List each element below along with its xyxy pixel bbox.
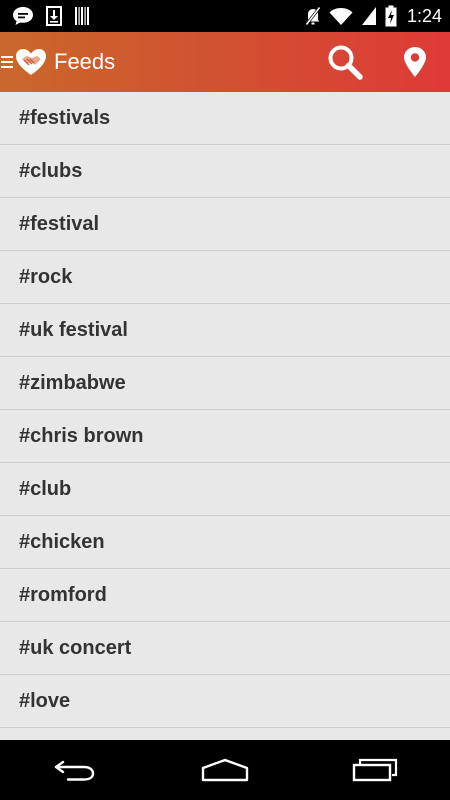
app-title: Feeds <box>54 49 116 74</box>
heart-handshake-logo[interactable] <box>15 48 47 76</box>
feed-item-label: #romford <box>19 583 107 606</box>
mute-icon <box>304 6 321 26</box>
feed-item-label: #uk concert <box>19 636 132 659</box>
search-icon <box>328 45 363 80</box>
home-button[interactable] <box>180 740 270 800</box>
wifi-icon <box>329 8 353 25</box>
feed-item-label: #love <box>19 689 71 712</box>
feed-item-label: #zimbabwe <box>19 371 126 394</box>
feed-item[interactable]: #clubs <box>0 145 450 198</box>
menu-icon[interactable] <box>1 56 13 68</box>
feed-item[interactable]: #festival <box>0 198 450 251</box>
recent-apps-button[interactable] <box>330 740 420 800</box>
home-icon <box>201 758 249 782</box>
feed-item-label: #clubs <box>19 159 83 182</box>
search-button[interactable] <box>310 32 380 92</box>
feed-item[interactable]: #club <box>0 463 450 516</box>
chat-notification-icon <box>13 7 33 25</box>
feed-item[interactable]: #uk festival <box>0 304 450 357</box>
feed-item[interactable]: #love <box>0 675 450 728</box>
feed-item-label: #festival <box>19 212 100 235</box>
location-button[interactable] <box>380 32 450 92</box>
feed-item-label: #chicken <box>19 530 105 553</box>
back-icon <box>54 760 95 781</box>
download-icon <box>46 6 62 26</box>
feed-item[interactable]: #chris brown <box>0 410 450 463</box>
feed-item-label: #uk festival <box>19 318 128 341</box>
feed-list: #festivals #clubs #festival #rock #uk fe… <box>0 92 450 728</box>
status-bar-notifications <box>12 0 90 32</box>
app-bar: Feeds <box>0 32 450 92</box>
back-button[interactable] <box>30 740 120 800</box>
feed-item-label: #festivals <box>19 106 111 129</box>
feed-item[interactable]: #romford <box>0 569 450 622</box>
feed-item[interactable]: #uk concert <box>0 622 450 675</box>
signal-icon <box>361 7 376 25</box>
navigation-bar <box>0 740 450 800</box>
barcode-icon <box>75 7 89 25</box>
status-time: 1:24 <box>406 5 442 26</box>
feed-item-label: #club <box>19 477 72 500</box>
app-bar-actions <box>310 32 450 92</box>
feed-item[interactable]: #chicken <box>0 516 450 569</box>
status-bar: 1:24 <box>0 0 450 32</box>
feed-item-label: #chris brown <box>19 424 144 447</box>
feed-item[interactable]: #festivals <box>0 92 450 145</box>
feed-item[interactable]: #zimbabwe <box>0 357 450 410</box>
status-bar-system: 1:24 <box>304 0 442 32</box>
feed-item[interactable]: #rock <box>0 251 450 304</box>
location-pin-icon <box>404 47 426 77</box>
recent-apps-icon <box>352 758 398 782</box>
feed-item-label: #rock <box>19 265 73 288</box>
battery-charging-icon <box>385 5 397 27</box>
